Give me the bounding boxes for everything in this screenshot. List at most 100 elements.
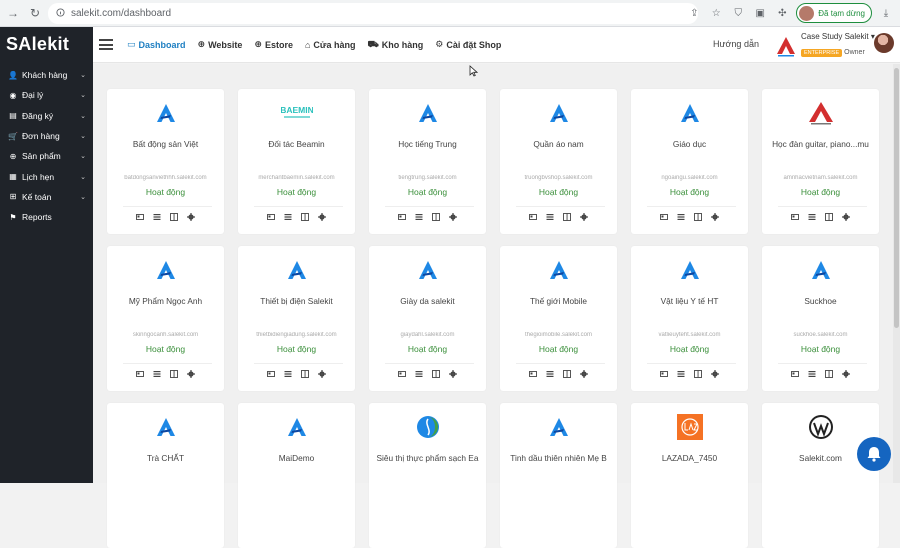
columns-icon[interactable] [694, 370, 702, 378]
shop-domain[interactable]: merchantbaemin.salekit.com [244, 175, 349, 181]
shop-card[interactable]: Quần áo nam truongbvshop.salekit.com Hoạt … [500, 89, 617, 234]
gear-icon[interactable] [842, 213, 850, 221]
shop-name[interactable]: Giáo dục [635, 139, 744, 149]
star-icon[interactable]: ☆ [708, 5, 724, 21]
list-icon[interactable] [677, 370, 685, 378]
columns-icon[interactable] [432, 213, 440, 221]
tab-2[interactable]: ⊕ Estore [254, 39, 293, 50]
shop-card[interactable]: MaiDemo [238, 403, 355, 548]
shop-card[interactable]: Vật liệu Y tế HT vatlieuyteht.salekit.com… [631, 246, 748, 391]
reload-icon[interactable]: ↻ [26, 4, 44, 22]
app-logo[interactable]: SAlekit [0, 27, 93, 61]
tab-0[interactable]: ▭ Dashboard [127, 39, 186, 50]
sidebar-item-5[interactable]: ▦ Lịch hẹn ⌄ [0, 166, 93, 186]
shop-name[interactable]: Siêu thị thực phẩm sạch Ea [373, 453, 482, 463]
shop-card[interactable]: Giày da salekit giaydahl.salekit.com Hoạt … [369, 246, 486, 391]
gear-icon[interactable] [580, 213, 588, 221]
sidebar-item-6[interactable]: ⊞ Kế toán ⌄ [0, 187, 93, 207]
columns-icon[interactable] [825, 213, 833, 221]
hamburger-menu-icon[interactable] [99, 39, 113, 50]
shop-domain[interactable]: batdongsanviethhh.salekit.com [113, 175, 218, 181]
download-icon[interactable]: ⤓ [878, 5, 894, 21]
list-icon[interactable] [153, 370, 161, 378]
gear-icon[interactable] [187, 213, 195, 221]
shop-domain[interactable]: amnhacvietnam.salekit.com [768, 175, 873, 181]
shop-card[interactable]: Thế giới Mobile thegioimobile.salekit.com… [500, 246, 617, 391]
shop-name[interactable]: Suckhoe [766, 296, 875, 306]
id-card-icon[interactable] [136, 370, 144, 378]
shop-card[interactable]: Học đàn guitar, piano...mu amnhacvietnam.… [762, 89, 879, 234]
gear-icon[interactable] [449, 213, 457, 221]
id-card-icon[interactable] [267, 213, 275, 221]
list-icon[interactable] [677, 213, 685, 221]
gear-icon[interactable] [187, 370, 195, 378]
columns-icon[interactable] [563, 370, 571, 378]
address-bar[interactable]: salekit.com/dashboard [48, 3, 698, 24]
shop-name[interactable]: LAZADA_7450 [635, 453, 744, 463]
shop-domain[interactable]: vatlieuyteht.salekit.com [637, 332, 742, 338]
list-icon[interactable] [546, 213, 554, 221]
id-card-icon[interactable] [398, 370, 406, 378]
columns-icon[interactable] [170, 370, 178, 378]
tab-5[interactable]: ⚙ Cài đặt Shop [435, 39, 501, 50]
shop-card[interactable]: Trà CHẤT [107, 403, 224, 548]
tab-1[interactable]: ⊕ Website [198, 39, 243, 50]
columns-icon[interactable] [694, 213, 702, 221]
id-card-icon[interactable] [791, 370, 799, 378]
shop-card[interactable]: Suckhoe suckhoe.salekit.com Hoạt động [762, 246, 879, 391]
shop-domain[interactable]: truongbvshop.salekit.com [506, 175, 611, 181]
list-icon[interactable] [284, 213, 292, 221]
shop-name[interactable]: Trà CHẤT [111, 453, 220, 463]
gear-icon[interactable] [842, 370, 850, 378]
list-icon[interactable] [546, 370, 554, 378]
tab-3[interactable]: ⌂ Cửa hàng [305, 40, 355, 50]
shield-icon[interactable]: ⛉ [730, 5, 746, 21]
shop-card[interactable]: Thiết bị điện Salekit thietbidiengiadung.… [238, 246, 355, 391]
shop-domain[interactable]: suckhoe.salekit.com [768, 332, 873, 338]
sidebar-item-2[interactable]: ▤ Đăng ký ⌄ [0, 106, 93, 126]
shop-name[interactable]: MaiDemo [242, 453, 351, 463]
shop-domain[interactable]: giaydahl.salekit.com [375, 332, 480, 338]
list-icon[interactable] [808, 213, 816, 221]
columns-icon[interactable] [170, 213, 178, 221]
shop-card[interactable]: Bất động sản Việt batdongsanviethhh.salek… [107, 89, 224, 234]
shop-name[interactable]: Bất động sản Việt [111, 139, 220, 149]
shop-name[interactable]: Mỹ Phẩm Ngọc Anh [111, 296, 220, 306]
shop-domain[interactable]: tiengtrung.salekit.com [375, 175, 480, 181]
user-avatar[interactable] [874, 33, 894, 53]
list-icon[interactable] [415, 213, 423, 221]
list-icon[interactable] [284, 370, 292, 378]
id-card-icon[interactable] [660, 213, 668, 221]
tab-4[interactable]: ⛟ Kho hàng [367, 39, 423, 51]
columns-icon[interactable] [432, 370, 440, 378]
id-card-icon[interactable] [660, 370, 668, 378]
shop-card[interactable]: Salekit.com [762, 403, 879, 548]
shop-name[interactable]: Đối tác Beamin [242, 139, 351, 149]
columns-icon[interactable] [301, 213, 309, 221]
shop-card[interactable]: Siêu thị thực phẩm sạch Ea [369, 403, 486, 548]
gear-icon[interactable] [318, 370, 326, 378]
id-card-icon[interactable] [529, 213, 537, 221]
gear-icon[interactable] [318, 213, 326, 221]
shop-name[interactable]: Học đàn guitar, piano...mu [766, 139, 875, 149]
scrollbar-thumb[interactable] [894, 68, 899, 328]
sidebar-item-1[interactable]: ◉ Đại lý ⌄ [0, 85, 93, 105]
puzzle-icon[interactable]: ✣ [774, 5, 790, 21]
id-card-icon[interactable] [136, 213, 144, 221]
columns-icon[interactable] [825, 370, 833, 378]
shop-name[interactable]: Giày da salekit [373, 296, 482, 306]
columns-icon[interactable] [563, 213, 571, 221]
shop-card[interactable]: Học tiếng Trung tiengtrung.salekit.com Hoạ… [369, 89, 486, 234]
gear-icon[interactable] [580, 370, 588, 378]
list-icon[interactable] [808, 370, 816, 378]
shop-name[interactable]: Thiết bị điện Salekit [242, 296, 351, 306]
id-card-icon[interactable] [398, 213, 406, 221]
shop-name[interactable]: Tinh dầu thiên nhiên Mẹ B [504, 453, 613, 463]
gear-icon[interactable] [449, 370, 457, 378]
sidebar-item-7[interactable]: ⚑ Reports [0, 207, 93, 227]
shop-card[interactable]: LAZADA_7450 [631, 403, 748, 548]
shop-name[interactable]: Vật liệu Y tế HT [635, 296, 744, 306]
list-icon[interactable] [415, 370, 423, 378]
shop-card[interactable]: Giáo dục ngoaingu.salekit.com Hoạt động [631, 89, 748, 234]
id-card-icon[interactable] [529, 370, 537, 378]
